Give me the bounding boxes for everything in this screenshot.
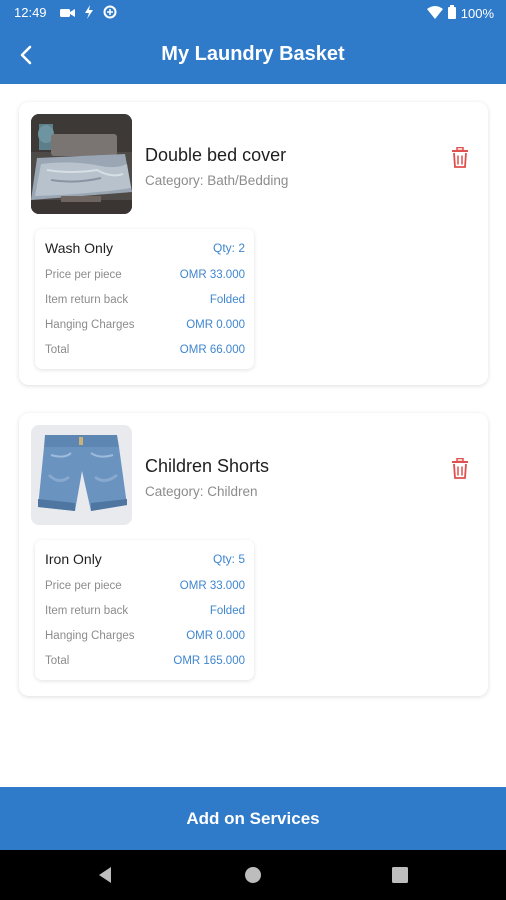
nav-back-icon [99, 867, 111, 883]
item-name: Children Shorts [145, 456, 270, 476]
row-label: Total [45, 655, 70, 667]
row-value: Folded [209, 294, 245, 306]
delete-item-button[interactable] [446, 454, 474, 482]
item-quantity: Qty: 5 [212, 552, 245, 566]
return-back-row: Item return back Folded [45, 291, 245, 309]
hanging-charges-row: Hanging Charges OMR 0.000 [45, 316, 245, 334]
row-value: Folded [209, 605, 245, 617]
row-value: OMR 33.000 [179, 269, 245, 281]
service-name: Iron Only [45, 551, 102, 567]
video-icon [60, 6, 75, 24]
wifi-icon [426, 5, 443, 22]
hanging-charges-row: Hanging Charges OMR 0.000 [45, 627, 245, 645]
status-right: 100% [426, 5, 494, 22]
battery-icon [447, 5, 456, 22]
trash-icon [452, 457, 468, 479]
service-name: Wash Only [45, 240, 113, 256]
nav-back-button[interactable] [93, 863, 117, 887]
service-details: Wash Only Qty: 2 Price per piece OMR 33.… [35, 229, 254, 369]
system-nav-bar [0, 850, 506, 900]
nav-recents-button[interactable] [388, 863, 412, 887]
nav-home-button[interactable] [241, 863, 265, 887]
price-per-piece-row: Price per piece OMR 33.000 [45, 266, 245, 284]
basket-list: Double bed cover Category: Bath/Bedding … [0, 84, 506, 787]
price-per-piece-row: Price per piece OMR 33.000 [45, 577, 245, 595]
page-title: My Laundry Basket [161, 43, 345, 65]
basket-item-card: Double bed cover Category: Bath/Bedding … [19, 102, 488, 385]
status-time: 12:49 [14, 5, 47, 20]
row-label: Hanging Charges [45, 319, 135, 331]
row-value: OMR 0.000 [186, 319, 245, 331]
item-category: Category: Children [145, 484, 258, 499]
row-label: Price per piece [45, 269, 122, 281]
item-name: Double bed cover [145, 145, 287, 165]
trash-icon [452, 146, 468, 168]
item-image [31, 425, 132, 525]
vpn-icon [103, 5, 117, 24]
row-value: OMR 0.000 [186, 630, 245, 642]
data-saver-icon [84, 5, 94, 24]
row-label: Total [45, 344, 70, 356]
delete-item-button[interactable] [446, 143, 474, 171]
total-row: Total OMR 165.000 [45, 652, 245, 670]
service-details: Iron Only Qty: 5 Price per piece OMR 33.… [35, 540, 254, 680]
basket-item-card: Children Shorts Category: Children Iron … [19, 413, 488, 696]
row-value: OMR 165.000 [173, 655, 245, 667]
item-category: Category: Bath/Bedding [145, 173, 289, 188]
row-label: Item return back [45, 294, 129, 306]
nav-recents-icon [392, 867, 408, 883]
app-bar: My Laundry Basket [0, 26, 506, 84]
nav-home-icon [245, 867, 261, 883]
row-label: Hanging Charges [45, 630, 135, 642]
battery-percent: 100% [460, 6, 494, 21]
item-quantity: Qty: 2 [212, 241, 245, 255]
return-back-row: Item return back Folded [45, 602, 245, 620]
add-on-services-button[interactable]: Add on Services [0, 787, 506, 850]
row-label: Price per piece [45, 580, 122, 592]
total-row: Total OMR 66.000 [45, 341, 245, 359]
row-value: OMR 33.000 [179, 580, 245, 592]
status-bar: 12:49 100% [0, 0, 506, 26]
row-label: Item return back [45, 605, 129, 617]
status-left-icons [60, 5, 117, 24]
row-value: OMR 66.000 [179, 344, 245, 356]
item-image [31, 114, 132, 214]
